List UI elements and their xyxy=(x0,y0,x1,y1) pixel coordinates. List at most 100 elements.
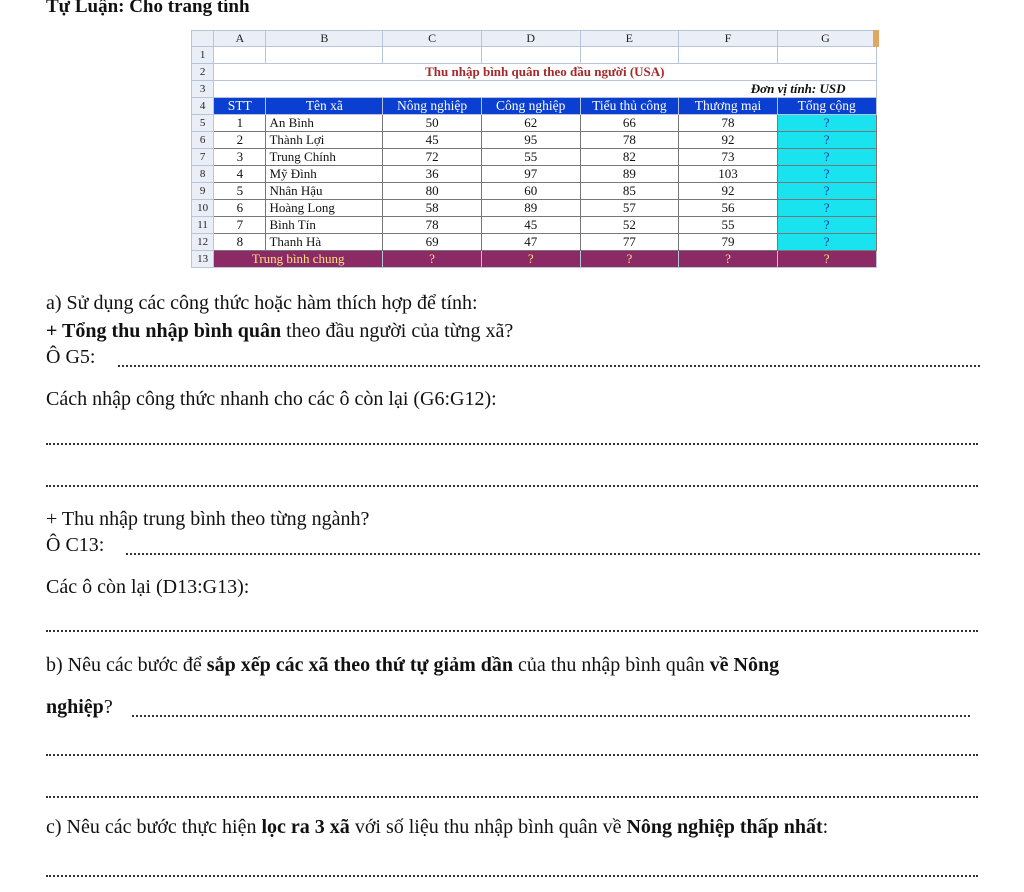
cell[interactable]: 55 xyxy=(678,216,778,234)
col-header-a[interactable]: A xyxy=(213,30,267,47)
cell[interactable]: 45 xyxy=(382,131,482,149)
cell[interactable]: 52 xyxy=(579,216,680,234)
cell[interactable]: 92 xyxy=(678,131,778,149)
cell[interactable]: 3 xyxy=(213,148,267,166)
cell[interactable]: 36 xyxy=(382,165,482,183)
cell[interactable]: 55 xyxy=(480,148,581,166)
total-cell[interactable]: ? xyxy=(776,131,877,149)
row-number[interactable]: 7 xyxy=(190,148,215,166)
average-label[interactable]: Trung bình chung xyxy=(213,250,384,268)
header-ten-xa[interactable]: Tên xã xyxy=(265,97,384,115)
question-c-mid: với số liệu thu nhập bình quân về xyxy=(349,816,627,838)
cell[interactable]: 6 xyxy=(213,199,267,217)
total-cell[interactable]: ? xyxy=(776,216,877,234)
answer-line xyxy=(46,485,978,487)
cell[interactable]: Thanh Hà xyxy=(265,233,384,251)
cell[interactable]: An Bình xyxy=(265,114,384,132)
average-cell[interactable]: ? xyxy=(678,250,778,268)
unit-label[interactable]: Đơn vị tính: USD xyxy=(213,80,877,98)
select-all-corner[interactable] xyxy=(190,30,215,47)
cell[interactable]: 82 xyxy=(579,148,680,166)
total-cell[interactable]: ? xyxy=(776,165,877,183)
row-number[interactable]: 9 xyxy=(190,182,215,200)
average-cell[interactable]: ? xyxy=(382,250,482,268)
cell[interactable]: 95 xyxy=(480,131,581,149)
cell[interactable]: Mỹ Đình xyxy=(265,165,384,183)
table-title[interactable]: Thu nhập bình quân theo đầu người (USA) xyxy=(213,63,877,81)
total-cell[interactable]: ? xyxy=(776,114,877,132)
question-a-intro: a) Sử dụng các công thức hoặc hàm thích … xyxy=(46,292,478,314)
cell[interactable]: 60 xyxy=(480,182,581,200)
total-cell[interactable]: ? xyxy=(776,148,877,166)
cell[interactable]: 58 xyxy=(382,199,482,217)
cell[interactable]: 45 xyxy=(480,216,581,234)
cell[interactable]: 57 xyxy=(579,199,680,217)
cell[interactable]: 78 xyxy=(579,131,680,149)
cell[interactable]: 50 xyxy=(382,114,482,132)
col-header-b[interactable]: B xyxy=(265,30,384,47)
cell[interactable]: 77 xyxy=(579,233,680,251)
cell[interactable]: Thành Lợi xyxy=(265,131,384,149)
sheet-grid: A B C D E F G 1 2 Thu nhập bình quân the… xyxy=(190,30,879,268)
row-number[interactable]: 2 xyxy=(190,63,215,81)
cell[interactable]: 89 xyxy=(480,199,581,217)
cell[interactable]: 103 xyxy=(678,165,778,183)
row-number[interactable]: 4 xyxy=(190,97,215,115)
row-number[interactable]: 13 xyxy=(190,250,215,268)
cell[interactable]: 69 xyxy=(382,233,482,251)
cell[interactable]: Hoàng Long xyxy=(265,199,384,217)
header-tieu-thu-cong[interactable]: Tiểu thủ công xyxy=(579,97,680,115)
header-stt[interactable]: STT xyxy=(213,97,267,115)
row-number[interactable]: 10 xyxy=(190,199,215,217)
cell[interactable]: 79 xyxy=(678,233,778,251)
cell[interactable]: 72 xyxy=(382,148,482,166)
cell[interactable]: Trung Chính xyxy=(265,148,384,166)
cell[interactable]: 56 xyxy=(678,199,778,217)
header-cong-nghiep[interactable]: Công nghiệp xyxy=(480,97,581,115)
cell[interactable]: 7 xyxy=(213,216,267,234)
row-number[interactable]: 12 xyxy=(190,233,215,251)
cell[interactable]: 62 xyxy=(480,114,581,132)
total-cell[interactable]: ? xyxy=(776,233,877,251)
cell[interactable]: Nhân Hậu xyxy=(265,182,384,200)
cell[interactable]: 5 xyxy=(213,182,267,200)
col-header-e[interactable]: E xyxy=(579,30,680,47)
cell[interactable]: 2 xyxy=(213,131,267,149)
col-header-d[interactable]: D xyxy=(480,30,581,47)
total-cell[interactable]: ? xyxy=(776,199,877,217)
cell[interactable]: 8 xyxy=(213,233,267,251)
header-tong-cong[interactable]: Tổng cộng xyxy=(776,97,877,115)
average-cell[interactable]: ? xyxy=(776,250,877,268)
col-header-g[interactable]: G xyxy=(776,30,879,47)
cell[interactable]: 73 xyxy=(678,148,778,166)
cell[interactable]: 85 xyxy=(579,182,680,200)
header-thuong-mai[interactable]: Thương mại xyxy=(678,97,778,115)
average-cell[interactable]: ? xyxy=(579,250,680,268)
row-number[interactable]: 8 xyxy=(190,165,215,183)
cell[interactable]: Bình Tín xyxy=(265,216,384,234)
col-header-f[interactable]: F xyxy=(678,30,778,47)
row-number[interactable]: 1 xyxy=(190,46,215,64)
question-b: b) Nêu các bước để sắp xếp các xã theo t… xyxy=(46,654,779,677)
cell[interactable]: 78 xyxy=(382,216,482,234)
header-nong-nghiep[interactable]: Nông nghiệp xyxy=(382,97,482,115)
row-number[interactable]: 11 xyxy=(190,216,215,234)
question-c: c) Nêu các bước thực hiện lọc ra 3 xã vớ… xyxy=(46,816,828,839)
cell[interactable]: 97 xyxy=(480,165,581,183)
spreadsheet: A B C D E F G 1 2 Thu nhập bình quân the… xyxy=(190,30,879,268)
question-c-bold: lọc ra 3 xã xyxy=(261,816,350,838)
cell[interactable]: 89 xyxy=(579,165,680,183)
cell[interactable]: 4 xyxy=(213,165,267,183)
cell[interactable]: 80 xyxy=(382,182,482,200)
cell[interactable]: 66 xyxy=(579,114,680,132)
average-cell[interactable]: ? xyxy=(480,250,581,268)
row-number[interactable]: 5 xyxy=(190,114,215,132)
col-header-c[interactable]: C xyxy=(382,30,482,47)
cell[interactable]: 78 xyxy=(678,114,778,132)
cell[interactable]: 47 xyxy=(480,233,581,251)
cell[interactable]: 92 xyxy=(678,182,778,200)
total-cell[interactable]: ? xyxy=(776,182,877,200)
row-number[interactable]: 3 xyxy=(190,80,215,98)
row-number[interactable]: 6 xyxy=(190,131,215,149)
cell[interactable]: 1 xyxy=(213,114,267,132)
